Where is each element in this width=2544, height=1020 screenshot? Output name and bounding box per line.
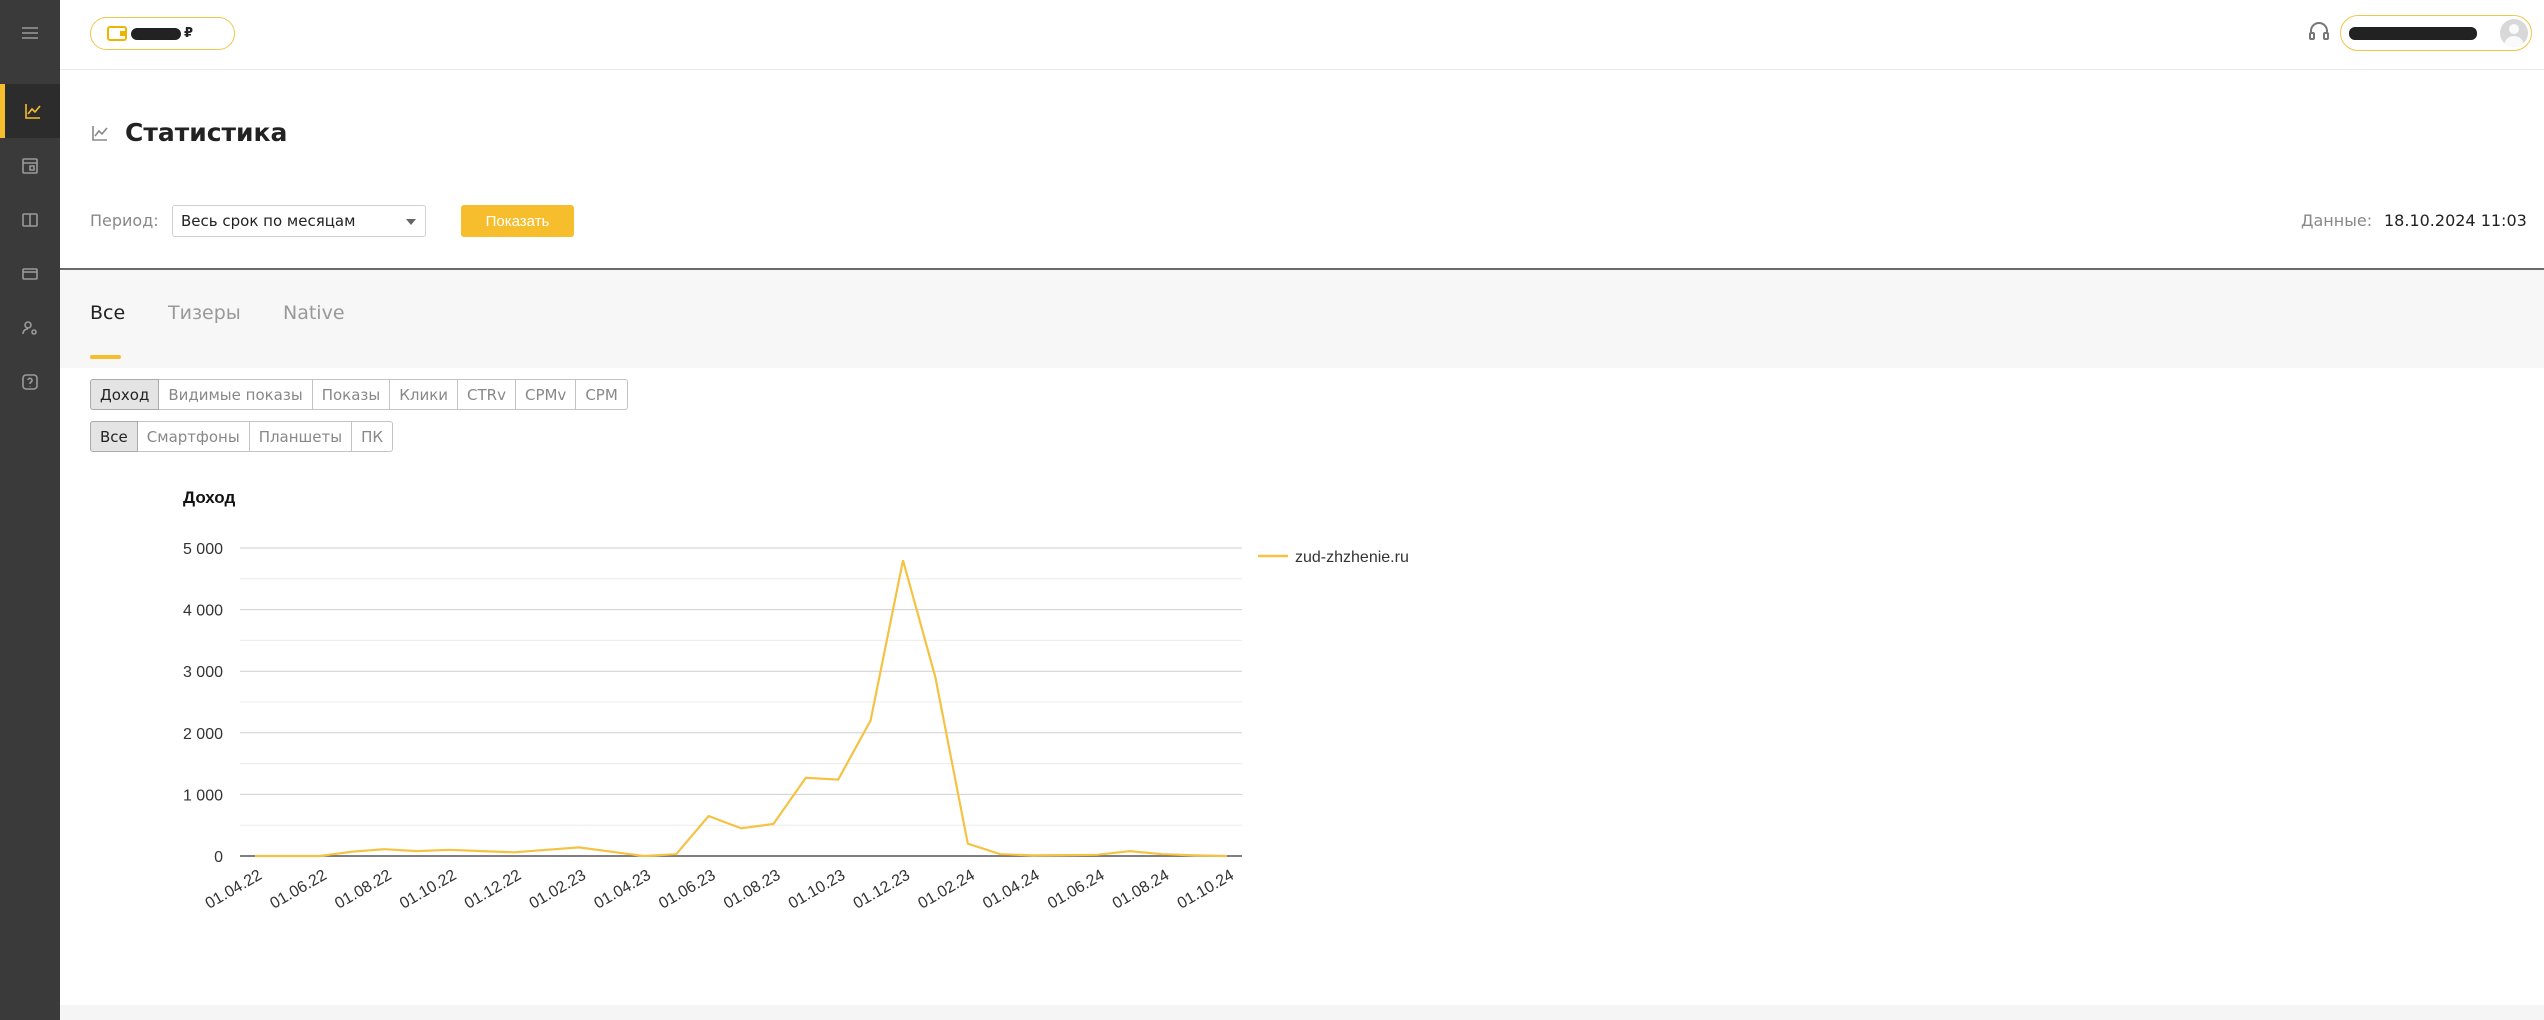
metric-cpm-button[interactable]: CPM xyxy=(576,379,628,410)
legend-label[interactable]: zud-zhzhenie.ru xyxy=(1295,549,1409,566)
x-tick-label: 01.08.24 xyxy=(1110,867,1173,913)
headset-icon[interactable] xyxy=(2306,19,2332,45)
x-tick-label: 01.10.24 xyxy=(1175,867,1238,913)
user-name-redacted xyxy=(2349,26,2477,40)
chart-svg: Доход 0 1 000 2 000 3 000 4 000 5 000 01.04.2… xyxy=(183,488,1409,913)
series-line xyxy=(255,560,1228,858)
x-tick-label: 01.02.23 xyxy=(527,867,590,913)
device-smartphones-button[interactable]: Смартфоны xyxy=(137,421,250,452)
tabs-bar xyxy=(60,270,2544,368)
y-tick-label: 3 000 xyxy=(183,664,223,681)
x-tick-label: 01.04.24 xyxy=(980,867,1043,913)
show-button[interactable]: Показать xyxy=(461,205,574,237)
x-tick-label: 01.10.22 xyxy=(397,867,460,913)
y-tick-label: 0 xyxy=(214,849,223,866)
user-menu[interactable] xyxy=(2340,15,2532,51)
book-icon xyxy=(22,213,38,227)
x-tick-label: 01.04.23 xyxy=(591,867,654,913)
y-tick-label: 4 000 xyxy=(183,603,223,620)
data-updated-value: 18.10.2024 11:03 xyxy=(2384,211,2527,230)
tab-active-indicator xyxy=(90,355,121,359)
sidebar-item-statistics[interactable] xyxy=(0,84,60,138)
y-tick-label: 5 000 xyxy=(183,541,223,558)
metric-viewable-impressions-button[interactable]: Видимые показы xyxy=(159,379,313,410)
metric-income-button[interactable]: Доход xyxy=(90,379,160,410)
tab-all[interactable]: Все xyxy=(90,302,125,324)
widget-icon xyxy=(22,158,38,174)
metric-cpmv-button[interactable]: CPMv xyxy=(515,379,577,410)
x-tick-label: 01.10.23 xyxy=(786,867,849,913)
chart-line-icon xyxy=(92,125,108,141)
x-tick-label: 01.12.23 xyxy=(851,867,914,913)
x-tick-label: 01.12.22 xyxy=(462,867,525,913)
metric-toggle-group: Доход Видимые показы Показы Клики CTRv C… xyxy=(90,379,628,410)
sidebar-item-help[interactable] xyxy=(0,355,60,409)
x-tick-label: 01.08.23 xyxy=(721,867,784,913)
period-select-value: Весь срок по месяцам xyxy=(181,212,356,230)
x-tick-label: 01.06.24 xyxy=(1045,867,1108,913)
metric-impressions-button[interactable]: Показы xyxy=(312,379,391,410)
page-header: Статистика xyxy=(90,118,287,147)
income-chart: Доход 0 1 000 2 000 3 000 4 000 5 000 01.04.2… xyxy=(90,470,1490,950)
y-tick-label: 2 000 xyxy=(183,726,223,743)
y-tick-label: 1 000 xyxy=(183,787,223,804)
metric-ctrv-button[interactable]: CTRv xyxy=(458,379,516,410)
chart-title: Доход xyxy=(183,488,235,507)
balance-amount-redacted xyxy=(131,27,181,40)
device-tablets-button[interactable]: Планшеты xyxy=(249,421,353,452)
device-pc-button[interactable]: ПК xyxy=(352,421,394,452)
x-tick-label: 01.04.22 xyxy=(203,867,266,913)
card-icon xyxy=(22,268,38,280)
chart-line-icon xyxy=(24,104,41,119)
sidebar xyxy=(0,0,60,1020)
tab-teasers[interactable]: Тизеры xyxy=(168,302,241,324)
currency-sign: ₽ xyxy=(184,26,194,41)
tab-native[interactable]: Native xyxy=(283,302,345,324)
user-settings-icon xyxy=(22,321,37,335)
x-tick-label: 01.02.24 xyxy=(915,867,978,913)
sidebar-item-docs[interactable] xyxy=(0,193,60,247)
sidebar-item-widgets[interactable] xyxy=(0,139,60,193)
sidebar-item-payments[interactable] xyxy=(0,247,60,301)
x-tick-label: 01.06.22 xyxy=(267,867,330,913)
period-label: Период: xyxy=(90,211,159,230)
x-tick-label: 01.06.23 xyxy=(656,867,719,913)
device-all-button[interactable]: Все xyxy=(90,421,138,452)
wallet-icon xyxy=(107,26,127,41)
menu-icon[interactable] xyxy=(0,6,60,60)
metric-clicks-button[interactable]: Клики xyxy=(390,379,459,410)
device-toggle-group: Все Смартфоны Планшеты ПК xyxy=(90,421,394,452)
x-tick-label: 01.08.22 xyxy=(332,867,395,913)
avatar xyxy=(2500,19,2528,47)
period-select[interactable]: Весь срок по месяцам xyxy=(172,205,426,237)
balance-pill[interactable]: ₽ xyxy=(90,17,235,50)
data-updated-label: Данные: xyxy=(2301,211,2373,230)
footer-strip xyxy=(60,1005,2544,1020)
page-title: Статистика xyxy=(125,118,288,147)
sidebar-item-profile[interactable] xyxy=(0,301,60,355)
help-icon xyxy=(22,374,38,390)
top-bar: ₽ xyxy=(60,0,2544,70)
caret-down-icon xyxy=(406,219,416,225)
